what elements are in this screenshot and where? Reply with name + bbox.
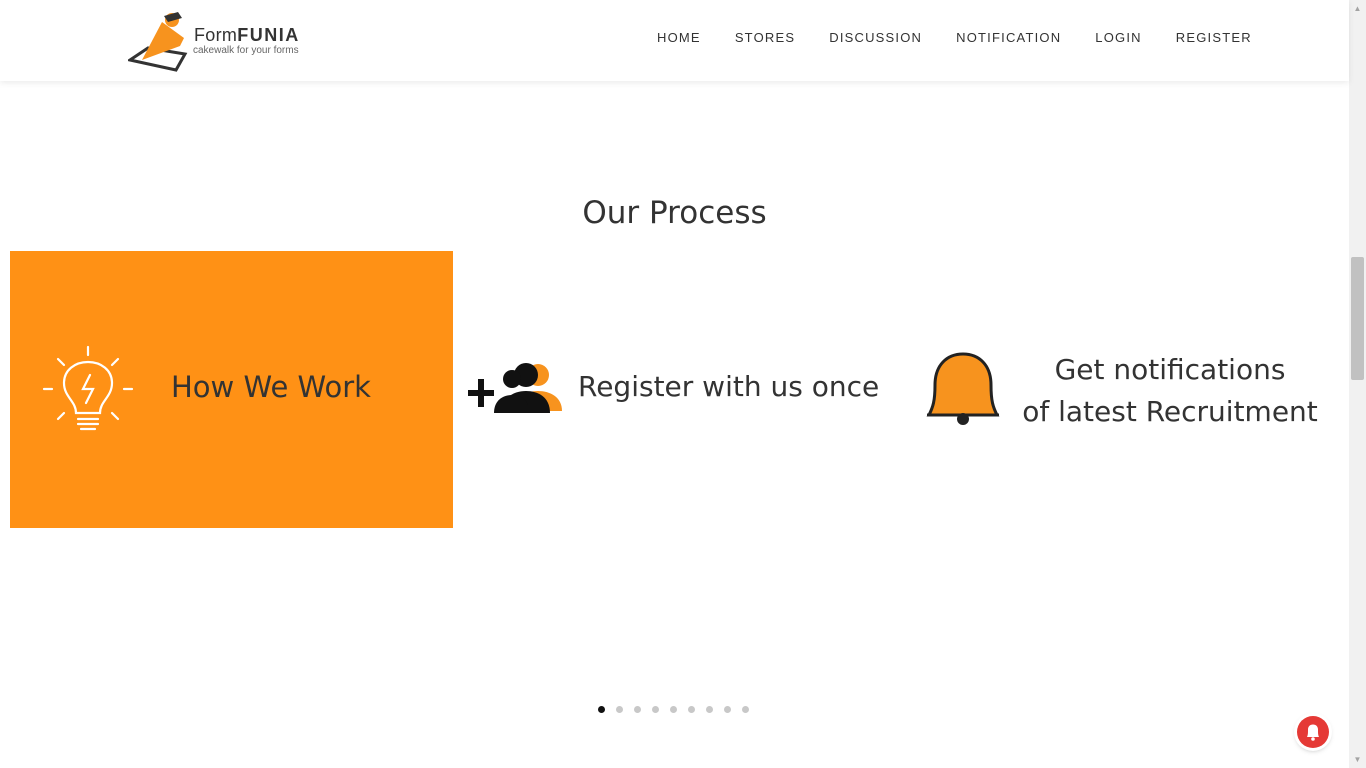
slide-label: How We Work [171,370,371,404]
section-title: Our Process [582,195,767,231]
carousel-dot-6[interactable] [688,706,695,713]
carousel-dot-2[interactable] [616,706,623,713]
nav-notification[interactable]: NOTIFICATION [956,30,1061,45]
nav-register[interactable]: REGISTER [1176,30,1252,45]
scroll-down-arrow-icon[interactable]: ▼ [1349,751,1366,768]
scroll-up-arrow-icon[interactable]: ▲ [1349,0,1366,17]
carousel-dot-5[interactable] [670,706,677,713]
nav-discussion[interactable]: DISCUSSION [829,30,922,45]
site-header: FormFUNIA cakewalk for your forms HOME S… [0,0,1349,81]
bell-icon [926,352,1000,425]
nav-home[interactable]: HOME [657,30,701,45]
carousel-dot-4[interactable] [652,706,659,713]
nav-login[interactable]: LOGIN [1095,30,1141,45]
page-scrollbar[interactable]: ▲ ▼ [1349,0,1366,768]
process-slide-notifications[interactable]: Get notifications of latest Recruitment [910,251,1340,528]
notification-bell-button[interactable] [1297,716,1329,748]
brand-logo[interactable]: FormFUNIA cakewalk for your forms [128,10,318,72]
slide-label: Get notifications of latest Recruitment [1020,349,1320,433]
slide-label-line2: of latest Recruitment [1022,395,1318,428]
bell-icon [1307,724,1319,741]
nav-stores[interactable]: STORES [735,30,795,45]
carousel-dot-7[interactable] [706,706,713,713]
process-slide-register[interactable]: Register with us once [460,251,903,528]
process-slide-how-we-work[interactable]: How We Work [10,251,453,528]
scrollbar-thumb[interactable] [1351,257,1364,380]
brand-tagline: cakewalk for your forms [193,45,299,56]
carousel-dots [598,706,760,713]
brand-name: FormFUNIA [194,25,300,45]
add-users-icon [468,363,562,413]
carousel-dot-1[interactable] [598,706,605,713]
logo-mark-icon [128,12,188,72]
slide-label-line1: Get notifications [1054,353,1286,386]
carousel-dot-9[interactable] [742,706,749,713]
lightbulb-icon [42,345,134,431]
main-nav: HOME STORES DISCUSSION NOTIFICATION LOGI… [657,30,1252,45]
carousel-dot-8[interactable] [724,706,731,713]
slide-label: Register with us once [578,370,880,403]
carousel-dot-3[interactable] [634,706,641,713]
